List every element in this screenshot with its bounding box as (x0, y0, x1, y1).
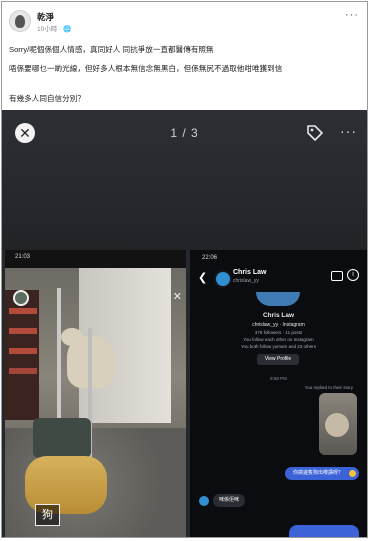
viewer-more-icon[interactable]: ··· (340, 123, 357, 139)
post-more-icon[interactable]: ··· (345, 9, 359, 21)
profile-mutual: You follow each other on Instagram (243, 337, 314, 342)
left-status-bar: 21:03 (5, 250, 186, 266)
shelf-boards (9, 308, 37, 314)
profile-handle: chrislaw_yy · Instagram (252, 322, 305, 328)
tag-icon-graphic (307, 125, 323, 141)
story-text-label: 狗 (35, 504, 60, 526)
profile-name: Chris Law (262, 312, 295, 319)
profile-avatar (256, 292, 300, 306)
post-author[interactable]: 乾淨 (37, 11, 54, 23)
video-call-icon (331, 271, 343, 281)
chat-avatar (214, 270, 232, 288)
incoming-message: 咪係佢咪 (213, 494, 246, 507)
author-avatar[interactable] (9, 10, 31, 32)
profile-followers: 378 followers · 11 posts (254, 330, 303, 335)
incoming-avatar (199, 496, 209, 506)
chat-date: 8:58 PM (270, 376, 287, 381)
story-avatar-icon (13, 290, 29, 306)
profile-mutual-follow: You both follow yumam and 23 others (240, 344, 317, 349)
right-status-time: 22:06 (202, 255, 218, 261)
dog-photo: ✕ 狗 (5, 268, 186, 537)
emoji-icon (349, 470, 356, 477)
right-screenshot: 22:06 ❮ Chris Law chrislaw_yy i Chris La… (190, 250, 367, 537)
chat-handle: chrislaw_yy (233, 278, 259, 284)
replied-note: You replied to their story (304, 385, 353, 390)
post-text-line-1: Sorry/呢個係個人情感，真同好人 同抗爭放一直都醫傳有照無 (9, 45, 214, 54)
view-profile-button: View Profile (257, 354, 299, 365)
info-icon: i (347, 269, 359, 281)
back-icon: ❮ (198, 272, 208, 284)
chat-name: Chris Law (233, 269, 267, 276)
facebook-post: 乾淨 10小時 · 🌐 ··· Sorry/呢個係個人情感，真同好人 同抗爭放一… (2, 2, 367, 110)
post-text-line-3: 有幾多人同自信分別？ (9, 94, 85, 103)
screenshot-frame: 乾淨 10小時 · 🌐 ··· Sorry/呢個係個人情感，真同好人 同抗爭放一… (1, 1, 368, 538)
post-time[interactable]: 10小時 · 🌐 (37, 23, 71, 33)
story-close-icon: ✕ (172, 291, 182, 303)
outgoing-message-cut (289, 525, 359, 537)
post-text-line-2: 唔係要哪乜一啲光線，但好多人根本無信念無黑白，但係無尻不過取他咁唯獲到信 (9, 64, 283, 73)
compressor-shape (33, 418, 91, 458)
photo-viewer: ✕ 1 / 3 ··· 21:03 ✕ 狗 22:06 ❮ Chris Law … (2, 110, 367, 537)
left-screenshot: 21:03 ✕ 狗 (5, 250, 186, 537)
story-reply-thumbnail (319, 393, 357, 455)
tag-icon[interactable] (305, 123, 325, 143)
left-status-time: 21:03 (15, 254, 31, 260)
outgoing-message: 你搞邊隻狗出嚟講呀？ (284, 467, 359, 480)
